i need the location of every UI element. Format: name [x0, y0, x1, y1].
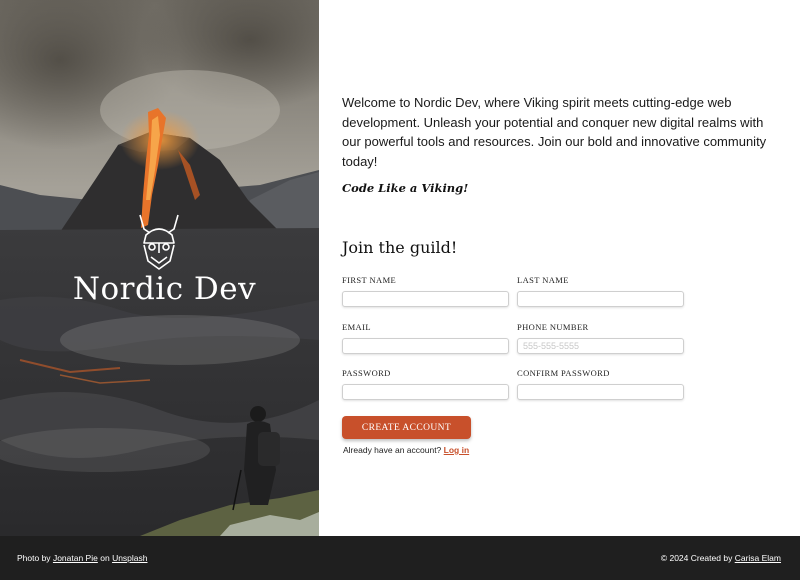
confirm-password-input[interactable] — [517, 384, 684, 400]
phone-input[interactable] — [517, 338, 684, 354]
last-name-group: LAST NAME — [517, 275, 684, 307]
last-name-input[interactable] — [517, 291, 684, 307]
login-prompt-text: Already have an account? — [343, 445, 442, 455]
create-account-button[interactable]: CREATE ACCOUNT — [342, 416, 471, 439]
confirm-password-group: CONFIRM PASSWORD — [517, 368, 684, 400]
copyright-text: © 2024 Created by — [660, 553, 733, 563]
password-label: PASSWORD — [342, 368, 391, 378]
first-name-label: FIRST NAME — [342, 275, 397, 285]
first-name-group: FIRST NAME — [342, 275, 509, 307]
password-input[interactable] — [342, 384, 509, 400]
footer: Photo by Jonatan Pie on Unsplash © 2024 … — [0, 536, 800, 580]
login-link[interactable]: Log in — [444, 445, 470, 455]
tagline: Code Like a Viking! — [342, 181, 469, 195]
photographer-link[interactable]: Jonatan Pie — [53, 553, 98, 563]
phone-group: PHONE NUMBER — [517, 322, 684, 354]
email-input[interactable] — [342, 338, 509, 354]
first-name-input[interactable] — [342, 291, 509, 307]
last-name-label: LAST NAME — [517, 275, 569, 285]
password-group: PASSWORD — [342, 368, 509, 400]
email-label: EMAIL — [342, 322, 371, 332]
unsplash-link[interactable]: Unsplash — [112, 553, 147, 563]
email-group: EMAIL — [342, 322, 509, 354]
copyright: © 2024 Created by Carisa Elam — [661, 553, 781, 563]
brand-name: Nordic Dev — [72, 271, 257, 307]
viking-helmet-icon — [139, 214, 179, 270]
phone-label: PHONE NUMBER — [517, 322, 589, 332]
hero-image: Nordic Dev — [0, 0, 319, 536]
intro-text: Welcome to Nordic Dev, where Viking spir… — [342, 95, 767, 169]
creator-link[interactable]: Carisa Elam — [735, 553, 781, 563]
login-prompt: Already have an account? Log in — [343, 445, 469, 455]
photo-credit: Photo by Jonatan Pie on Unsplash — [17, 553, 148, 563]
confirm-password-label: CONFIRM PASSWORD — [517, 368, 610, 378]
photo-credit-prefix: Photo by — [17, 553, 51, 563]
photo-credit-on: on — [100, 553, 110, 563]
form-title: Join the guild! — [342, 238, 458, 257]
